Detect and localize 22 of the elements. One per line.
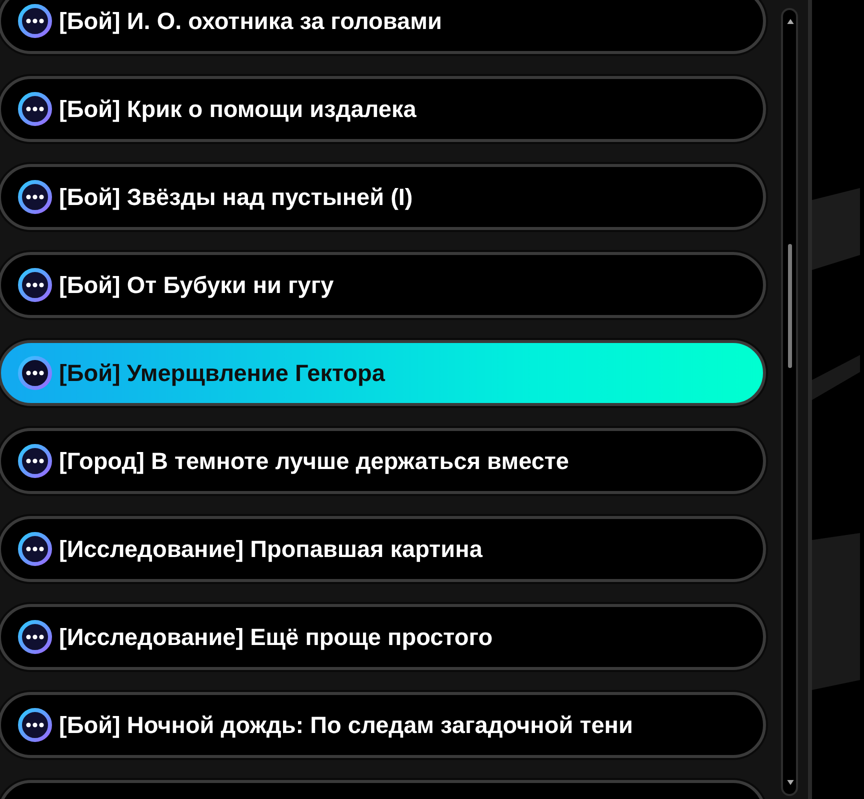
quest-item[interactable]: [Исследование] Ещё проще простого xyxy=(0,604,766,670)
more-icon xyxy=(17,3,53,39)
more-icon xyxy=(17,531,53,567)
scroll-down-icon[interactable] xyxy=(787,780,794,785)
quest-item[interactable]: [Бой] От Бубуки ни гугу xyxy=(0,252,766,318)
scroll-up-icon[interactable] xyxy=(787,19,794,24)
quest-item[interactable]: [Бой] Ночной дождь: По следам загадочной тени xyxy=(0,692,766,758)
quest-item[interactable]: [Исследование] Пропавшая картина xyxy=(0,516,766,582)
quest-item[interactable]: [Город] В темноте лучше держаться вместе xyxy=(0,428,766,494)
more-icon xyxy=(17,179,53,215)
more-icon xyxy=(17,443,53,479)
more-icon xyxy=(17,355,53,391)
more-icon xyxy=(17,619,53,655)
quest-item[interactable]: [Бой] Умерщвление Гектора xyxy=(0,340,766,406)
quest-item[interactable]: [Бой] И. О. охотника за головами xyxy=(0,0,766,54)
more-icon xyxy=(17,267,53,303)
more-icon xyxy=(17,707,53,743)
quest-item[interactable]: [Бой] Звёзды над пустыней (I) xyxy=(0,164,766,230)
more-icon xyxy=(17,91,53,127)
scrollbar[interactable] xyxy=(781,8,798,796)
scroll-thumb[interactable] xyxy=(788,244,792,368)
quest-item[interactable]: [Бой] Крик о помощи издалека xyxy=(0,76,766,142)
